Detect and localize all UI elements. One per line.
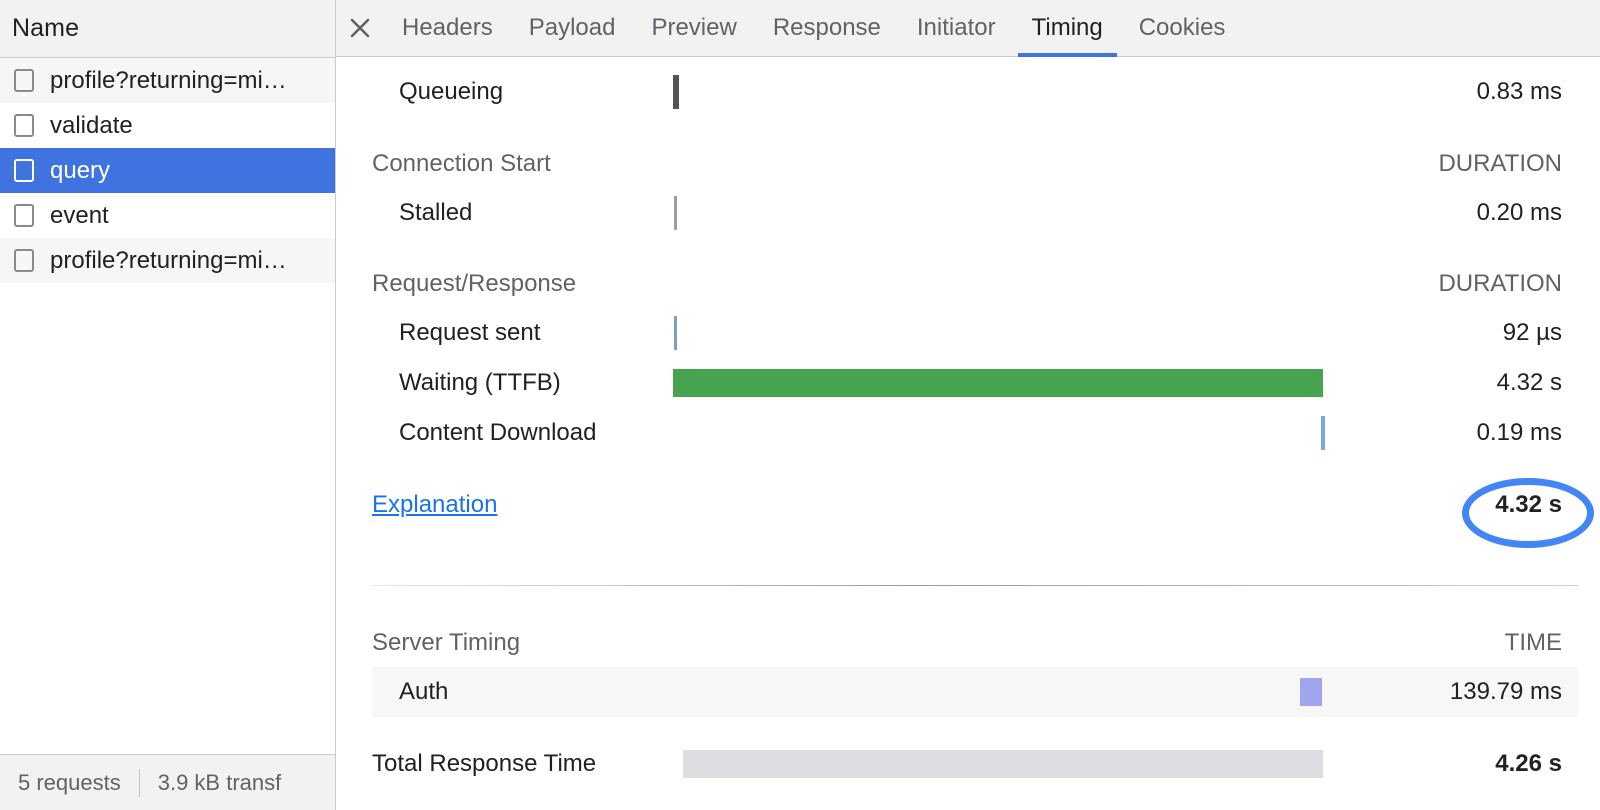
timing-value: 4.32 s	[1496, 369, 1562, 396]
timing-label: Queueing	[399, 78, 504, 105]
tab-response[interactable]: Response	[755, 0, 899, 57]
list-item[interactable]: profile?returning=mi…	[0, 238, 335, 283]
tab-payload[interactable]: Payload	[511, 0, 634, 57]
checkbox-icon[interactable]	[14, 159, 34, 182]
timing-group-duration-header: DURATION	[1438, 150, 1562, 177]
timing-row-content-download: Content Download 0.19 ms	[336, 408, 1600, 458]
close-icon[interactable]	[336, 0, 384, 57]
tab-preview[interactable]: Preview	[633, 0, 754, 57]
timing-total-value: 4.32 s	[1495, 491, 1562, 518]
timing-group-label: Server Timing	[372, 629, 521, 656]
list-item[interactable]: profile?returning=mi…	[0, 58, 335, 103]
timing-label: Request sent	[399, 319, 541, 346]
transferred-size: 3.9 kB transf	[157, 769, 282, 795]
list-item-selected[interactable]: query	[0, 148, 335, 193]
timing-bar-queueing	[673, 75, 679, 109]
timing-group-request-response: Request/Response DURATION	[336, 259, 1600, 309]
timing-bar-content-download	[1321, 416, 1325, 450]
status-divider	[138, 768, 140, 797]
timing-label: Auth	[399, 678, 449, 705]
timing-group-time-header: TIME	[1504, 629, 1562, 656]
tab-initiator[interactable]: Initiator	[899, 0, 1014, 57]
timing-group-duration-header: DURATION	[1438, 270, 1562, 297]
timing-value: 92 µs	[1502, 319, 1562, 346]
timing-value: 0.20 ms	[1476, 199, 1562, 226]
timing-row-stalled: Stalled 0.20 ms	[336, 188, 1600, 238]
tab-headers[interactable]: Headers	[384, 0, 511, 57]
timing-group-connection-start: Connection Start DURATION	[336, 139, 1600, 189]
request-list-panel: Name profile?returning=mi… validate quer…	[0, 0, 336, 810]
explanation-link[interactable]: Explanation	[372, 491, 497, 518]
tab-cookies[interactable]: Cookies	[1121, 0, 1244, 57]
timing-group-label: Connection Start	[372, 150, 551, 177]
timing-bar-waiting-ttfb	[673, 369, 1323, 397]
timing-value: 139.79 ms	[1449, 678, 1562, 705]
timing-bar-request-sent	[674, 316, 677, 350]
timing-row-waiting-ttfb: Waiting (TTFB) 4.32 s	[336, 358, 1600, 408]
request-name: profile?returning=mi…	[50, 66, 287, 94]
tab-timing[interactable]: Timing	[1014, 0, 1121, 57]
request-name: profile?returning=mi…	[50, 246, 287, 274]
timing-label: Waiting (TTFB)	[399, 369, 561, 396]
timing-bar-total-response-time	[683, 750, 1323, 778]
list-item[interactable]: validate	[0, 103, 335, 148]
timing-value: 0.83 ms	[1476, 78, 1562, 105]
timing-bar-stalled	[674, 196, 677, 230]
timing-row-total-response-time: Total Response Time 4.26 s	[336, 739, 1600, 789]
timing-row-explanation: Explanation 4.32 s	[336, 480, 1600, 530]
section-divider	[372, 585, 1578, 586]
timing-group-server-timing: Server Timing TIME	[336, 618, 1600, 668]
timing-value: 0.19 ms	[1476, 419, 1562, 446]
timing-label: Stalled	[399, 199, 473, 226]
timing-label: Total Response Time	[372, 750, 597, 777]
request-list-header: Name	[0, 0, 335, 58]
checkbox-icon[interactable]	[14, 69, 34, 92]
requests-count: 5 requests	[18, 769, 121, 795]
checkbox-icon[interactable]	[14, 204, 34, 227]
request-name: query	[50, 156, 111, 184]
request-list[interactable]: profile?returning=mi… validate query eve…	[0, 58, 335, 754]
timing-row-auth: Auth 139.79 ms	[336, 667, 1600, 717]
timing-table: Queueing 0.83 ms Connection Start DURATI…	[336, 57, 1600, 810]
list-item[interactable]: event	[0, 193, 335, 238]
detail-tabbar: Headers Payload Preview Response Initiat…	[336, 0, 1600, 57]
timing-row-queueing: Queueing 0.83 ms	[336, 67, 1600, 117]
checkbox-icon[interactable]	[14, 114, 34, 137]
timing-group-label: Request/Response	[372, 270, 577, 297]
network-status-bar: 5 requests 3.9 kB transf	[0, 754, 335, 810]
devtools-network-panel: Name profile?returning=mi… validate quer…	[0, 0, 1600, 810]
request-name: validate	[50, 111, 133, 139]
request-name: event	[50, 201, 109, 229]
timing-row-request-sent: Request sent 92 µs	[336, 308, 1600, 358]
timing-bar-auth	[1300, 678, 1322, 706]
request-detail-panel: Headers Payload Preview Response Initiat…	[336, 0, 1600, 810]
timing-value: 4.26 s	[1495, 750, 1562, 777]
column-header-name[interactable]: Name	[12, 14, 79, 43]
checkbox-icon[interactable]	[14, 249, 34, 272]
timing-label: Content Download	[399, 419, 597, 446]
